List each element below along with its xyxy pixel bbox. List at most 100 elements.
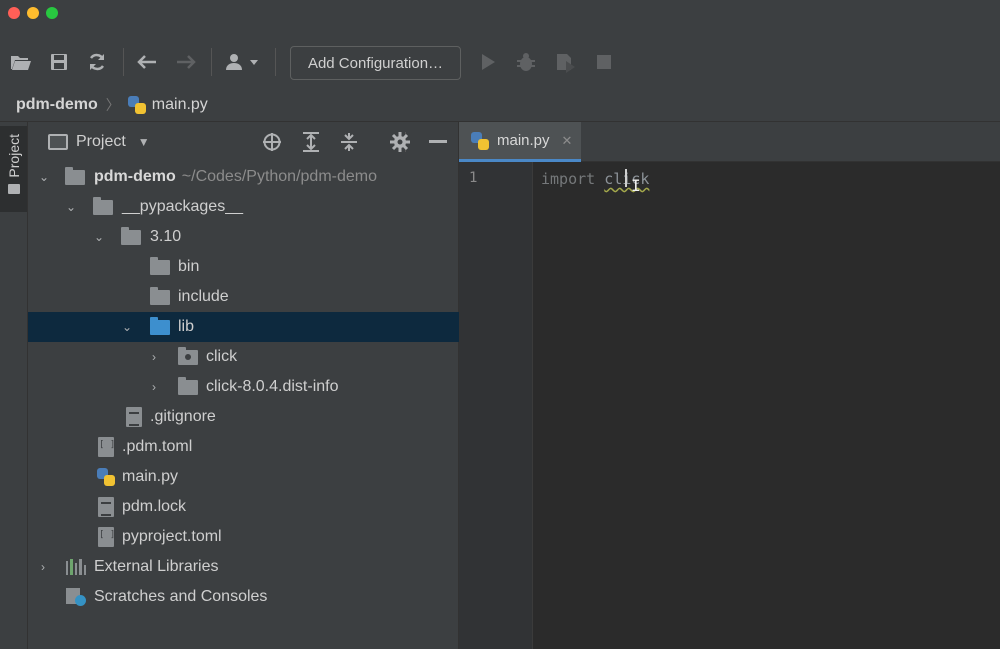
left-tool-strip: Project	[0, 122, 28, 649]
chevron-down-icon[interactable]: ⌄	[38, 170, 50, 184]
python-file-icon	[127, 95, 146, 114]
user-dropdown-icon[interactable]	[223, 50, 263, 74]
tree-item-bin[interactable]: bin	[28, 252, 459, 282]
tree-item-label: .pdm.toml	[122, 438, 193, 455]
tab-label: main.py	[497, 132, 550, 149]
collapse-all-icon[interactable]	[338, 131, 360, 153]
editor-tabs: main.py ✕	[459, 122, 1000, 162]
code-keyword: import	[541, 170, 596, 188]
folder-icon	[93, 196, 113, 216]
title-bar	[0, 0, 1000, 26]
project-tool-tab[interactable]: Project	[0, 126, 27, 212]
chevron-down-icon[interactable]: ⌄	[65, 200, 77, 214]
tree-item-label: .gitignore	[150, 408, 216, 425]
tree-item-label: 3.10	[150, 228, 182, 245]
window-close-button[interactable]	[8, 7, 20, 19]
mouse-ibeam-cursor-icon: I	[631, 176, 641, 195]
project-window-icon	[48, 134, 68, 150]
stop-icon[interactable]	[592, 50, 616, 74]
project-panel-header: Project ▼	[28, 122, 459, 162]
expand-all-icon[interactable]	[300, 131, 322, 153]
open-folder-icon[interactable]	[9, 50, 33, 74]
chevron-down-icon[interactable]: ⌄	[93, 230, 105, 244]
python-file-icon	[96, 468, 116, 486]
editor-area: main.py ✕ 1 import click	[459, 122, 1000, 649]
tree-item-click[interactable]: › click	[28, 342, 459, 372]
forward-arrow-icon[interactable]	[174, 50, 198, 74]
ignored-file-icon	[124, 407, 144, 427]
project-path: ~/Codes/Python/pdm-demo	[181, 168, 377, 185]
source-folder-icon	[150, 316, 170, 336]
tree-item-label: click-8.0.4.dist-info	[206, 378, 339, 395]
main-toolbar: Add Configuration…	[0, 26, 1000, 88]
breadcrumb: pdm-demo 〉 main.py	[0, 88, 1000, 122]
hide-panel-icon[interactable]	[427, 131, 449, 153]
tree-item-main-py[interactable]: main.py	[28, 462, 459, 492]
tree-item-label: External Libraries	[94, 558, 219, 575]
project-name: pdm-demo	[94, 168, 176, 185]
tree-item-label: click	[206, 348, 238, 365]
tree-item-include[interactable]: include	[28, 282, 459, 312]
project-panel-title[interactable]: Project	[76, 133, 126, 151]
chevron-down-icon[interactable]: ▼	[138, 135, 150, 149]
package-folder-icon	[178, 346, 198, 366]
tree-item-label: pdm.lock	[122, 498, 187, 515]
tree-item-pdm-demo[interactable]: ⌄ pdm-demo ~/Codes/Python/pdm-demo	[28, 162, 459, 192]
gear-icon[interactable]	[389, 131, 411, 153]
tree-item-label: lib	[178, 318, 195, 335]
text-file-icon	[96, 497, 116, 517]
folder-icon	[178, 376, 198, 396]
project-panel: Project ▼ ⌄ pdm-demo ~/Codes/Python/pdm-d…	[28, 122, 459, 649]
save-icon[interactable]	[47, 50, 71, 74]
folder-icon	[7, 183, 20, 194]
tree-item-label: main.py	[122, 468, 179, 485]
folder-icon	[65, 166, 85, 186]
chevron-right-icon[interactable]: ›	[37, 560, 49, 574]
sync-icon[interactable]	[85, 50, 109, 74]
chevron-right-icon[interactable]: ›	[148, 350, 160, 364]
project-tree: ⌄ pdm-demo ~/Codes/Python/pdm-demo ⌄ __py…	[28, 162, 459, 612]
tree-item-scratches[interactable]: Scratches and Consoles	[28, 582, 459, 612]
breadcrumb-separator: 〉	[105, 96, 120, 113]
tree-item-pdm-toml[interactable]: .pdm.toml	[28, 432, 459, 462]
tree-item-label: Scratches and Consoles	[94, 588, 268, 605]
run-icon[interactable]	[476, 50, 500, 74]
window-minimize-button[interactable]	[27, 7, 39, 19]
toml-file-icon	[96, 527, 116, 547]
tree-item-label: __pypackages__	[122, 198, 243, 215]
libraries-icon	[66, 558, 87, 576]
folder-icon	[121, 226, 141, 246]
line-number-gutter: 1	[459, 162, 533, 649]
tree-item-pdm-lock[interactable]: pdm.lock	[28, 492, 459, 522]
chevron-down-icon[interactable]: ⌄	[121, 320, 133, 334]
tree-item-3-10[interactable]: ⌄ 3.10	[28, 222, 459, 252]
tree-item-pyproject[interactable]: pyproject.toml	[28, 522, 459, 552]
editor-scrollbar[interactable]	[988, 162, 1000, 649]
breadcrumb-project[interactable]: pdm-demo	[16, 96, 98, 114]
window-maximize-button[interactable]	[46, 7, 58, 19]
tree-item-label: pyproject.toml	[122, 528, 222, 545]
scratches-icon	[66, 588, 86, 606]
debug-icon[interactable]	[514, 50, 538, 74]
tree-item-label: include	[178, 288, 229, 305]
close-icon[interactable]: ✕	[562, 133, 573, 149]
tree-item-label: pdm-demo ~/Codes/Python/pdm-demo	[94, 168, 377, 186]
tree-item-dist-info[interactable]: › click-8.0.4.dist-info	[28, 372, 459, 402]
tree-item-lib[interactable]: ⌄ lib	[28, 312, 459, 342]
toolbar-separator	[275, 48, 276, 76]
add-configuration-button[interactable]: Add Configuration…	[290, 46, 461, 80]
tree-item-pypackages[interactable]: ⌄ __pypackages__	[28, 192, 459, 222]
chevron-right-icon[interactable]: ›	[148, 380, 160, 394]
text-caret	[625, 169, 627, 187]
project-tool-tab-label: Project	[5, 134, 22, 178]
locate-file-icon[interactable]	[261, 131, 283, 153]
tab-main-py[interactable]: main.py ✕	[459, 122, 581, 162]
tree-item-external-libraries[interactable]: › External Libraries	[28, 552, 459, 582]
back-arrow-icon[interactable]	[135, 50, 159, 74]
folder-icon	[150, 286, 170, 306]
breadcrumb-file[interactable]: main.py	[152, 96, 208, 114]
line-number: 1	[469, 170, 478, 186]
toml-file-icon	[96, 437, 116, 457]
profile-icon[interactable]	[553, 50, 577, 74]
tree-item-gitignore[interactable]: .gitignore	[28, 402, 459, 432]
